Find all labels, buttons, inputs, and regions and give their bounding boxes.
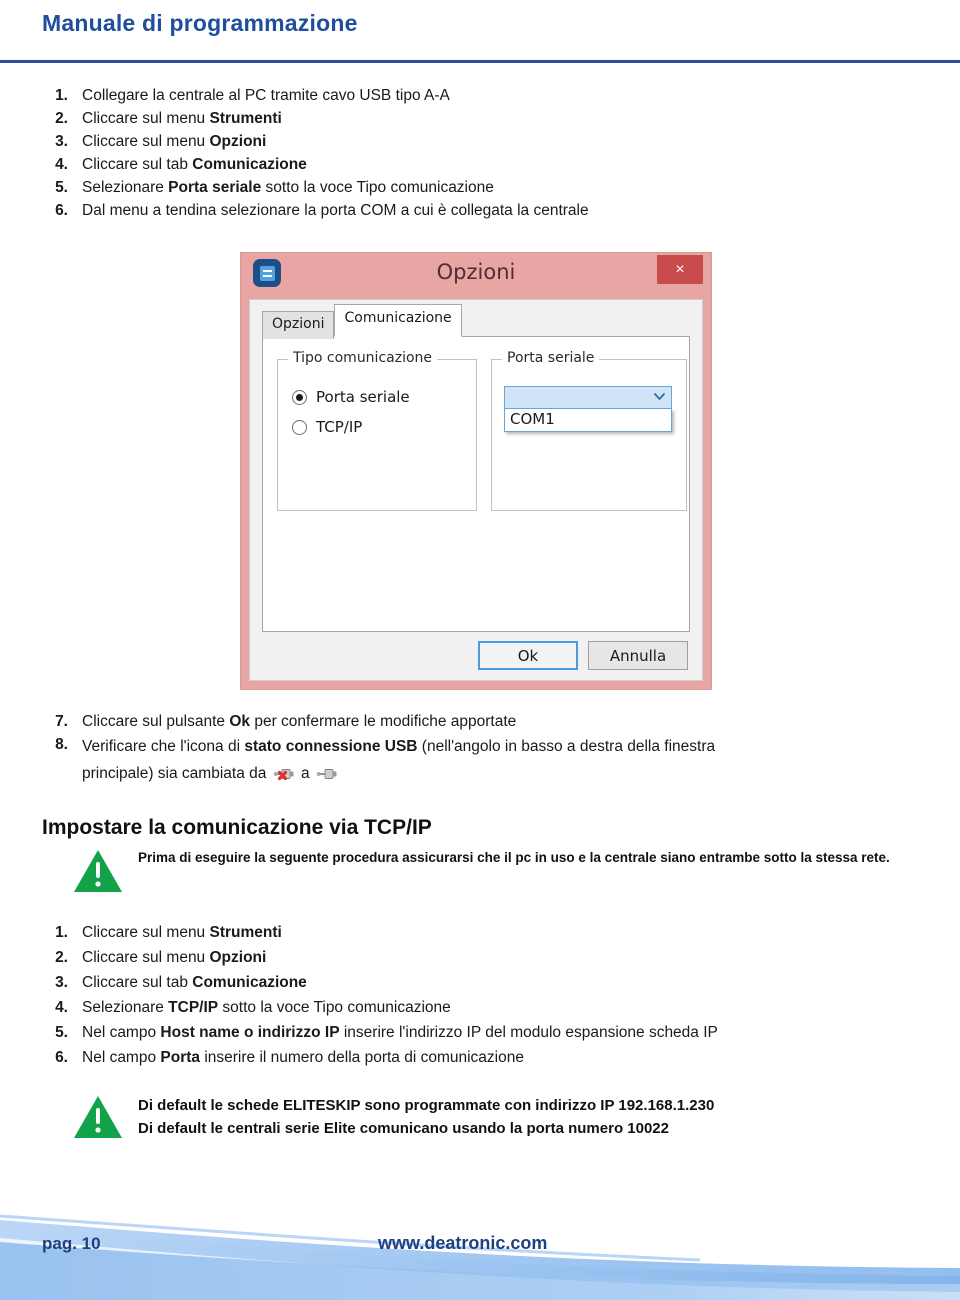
list-item-number: 1.	[55, 924, 68, 941]
list-item-number: 7.	[55, 713, 68, 730]
list-item-text: Dal menu a tendina selezionare la porta …	[82, 202, 589, 219]
list-item: 6. Nel campo Porta inserire il numero de…	[40, 1045, 920, 1070]
list-item-number: 3.	[55, 133, 68, 150]
usb-disconnected-icon	[273, 765, 295, 782]
list-item-text: Cliccare sul pulsante Ok per confermare …	[82, 713, 517, 730]
list-item: 5. Selezionare Porta seriale sotto la vo…	[40, 176, 920, 199]
list-item-text: Cliccare sul menu Opzioni	[82, 949, 267, 966]
list-item-number: 2.	[55, 949, 68, 966]
list-item-text: Nel campo Host name o indirizzo IP inser…	[82, 1024, 718, 1041]
dialog-titlebar: Opzioni ×	[241, 253, 711, 297]
opzioni-dialog-screenshot: Opzioni × Opzioni Comunicazione Tipo com…	[240, 252, 712, 690]
list-item-text: Nel campo Porta inserire il numero della…	[82, 1049, 524, 1066]
list-item-text: Cliccare sul tab Comunicazione	[82, 974, 307, 991]
warning-note-network: Prima di eseguire la seguente procedura …	[72, 848, 902, 894]
radio-tcpip[interactable]: TCP/IP	[292, 418, 362, 436]
page-footer: pag. 10 www.deatronic.com	[0, 1180, 960, 1300]
radio-label: TCP/IP	[316, 418, 363, 436]
list-item: 4. Selezionare TCP/IP sotto la voce Tipo…	[40, 995, 920, 1020]
list-item-number: 5.	[55, 179, 68, 196]
list-item-text: Cliccare sul menu Strumenti	[82, 924, 282, 941]
combobox-dropdown-list[interactable]: COM1	[504, 409, 672, 432]
list-item-number: 6.	[55, 1049, 68, 1066]
defaults-note-line1: Di default le schede ELITESKIP sono prog…	[138, 1097, 715, 1114]
list-item-number: 4.	[55, 156, 68, 173]
radio-indicator-icon	[292, 419, 307, 435]
step8-line2-pre: principale) sia cambiata da	[82, 765, 267, 782]
usb-steps-list: 1. Collegare la centrale al PC tramite c…	[40, 84, 920, 222]
groupbox-tipo-comunicazione: Tipo comunicazione Porta seriale TCP/IP	[277, 350, 477, 511]
list-item-number: 8.	[55, 736, 68, 753]
combobox-field[interactable]	[504, 386, 672, 409]
tcpip-steps-list: 1. Cliccare sul menu Strumenti 2. Clicca…	[40, 920, 920, 1070]
defaults-note-text: Di default le schede ELITESKIP sono prog…	[138, 1094, 714, 1140]
list-item-number: 4.	[55, 999, 68, 1016]
list-item-text: Selezionare TCP/IP sotto la voce Tipo co…	[82, 999, 451, 1016]
list-item-text: Collegare la centrale al PC tramite cavo…	[82, 87, 450, 104]
groupbox-porta-seriale: Porta seriale COM1	[491, 350, 687, 511]
list-item: 4. Cliccare sul tab Comunicazione	[40, 153, 920, 176]
radio-porta-seriale[interactable]: Porta seriale	[292, 388, 410, 406]
page-header: Manuale di programmazione	[0, 0, 960, 66]
list-item: 8. Verificare che l'icona di stato conne…	[40, 733, 920, 787]
page-title: Manuale di programmazione	[42, 10, 358, 36]
list-item-number: 1.	[55, 87, 68, 104]
warning-triangle-icon	[72, 1094, 124, 1140]
dialog-title: Opzioni	[436, 260, 516, 284]
list-item: 6. Dal menu a tendina selezionare la por…	[40, 199, 920, 222]
tabstrip: Opzioni Comunicazione	[262, 304, 462, 339]
usb-connected-icon	[316, 765, 338, 782]
combobox-option-com1[interactable]: COM1	[505, 409, 671, 431]
list-item: 1. Cliccare sul menu Strumenti	[40, 920, 920, 945]
warning-note-defaults: Di default le schede ELITESKIP sono prog…	[72, 1094, 902, 1140]
defaults-note-line2: Di default le centrali serie Elite comun…	[138, 1120, 669, 1137]
list-item: 2. Cliccare sul menu Opzioni	[40, 945, 920, 970]
list-item: 3. Cliccare sul menu Opzioni	[40, 130, 920, 153]
tab-panel-comunicazione: Tipo comunicazione Porta seriale TCP/IP …	[262, 336, 690, 632]
list-item-text: Cliccare sul menu Strumenti	[82, 110, 282, 127]
groupbox-legend: Porta seriale	[502, 350, 600, 366]
groupbox-legend: Tipo comunicazione	[288, 350, 438, 366]
section-heading-tcpip: Impostare la comunicazione via TCP/IP	[42, 816, 432, 839]
list-item: 3. Cliccare sul tab Comunicazione	[40, 970, 920, 995]
chevron-down-icon[interactable]	[654, 393, 665, 400]
list-item-text: Cliccare sul tab Comunicazione	[82, 156, 307, 173]
cancel-button[interactable]: Annulla	[588, 641, 688, 670]
tab-opzioni[interactable]: Opzioni	[262, 311, 335, 339]
porta-seriale-combobox[interactable]: COM1	[504, 386, 672, 432]
usb-steps-continued-list: 7. Cliccare sul pulsante Ok per conferma…	[40, 710, 920, 787]
radio-indicator-icon	[292, 389, 307, 405]
radio-label: Porta seriale	[316, 388, 410, 406]
list-item-number: 5.	[55, 1024, 68, 1041]
list-item-number: 2.	[55, 110, 68, 127]
list-item-number: 6.	[55, 202, 68, 219]
tab-comunicazione[interactable]: Comunicazione	[334, 304, 462, 337]
list-item-text: Verificare che l'icona di stato connessi…	[82, 733, 920, 787]
list-item-text: Cliccare sul menu Opzioni	[82, 133, 267, 150]
list-item-text: Selezionare Porta seriale sotto la voce …	[82, 179, 494, 196]
dialog-button-row: Ok Annulla	[478, 641, 688, 670]
list-item: 5. Nel campo Host name o indirizzo IP in…	[40, 1020, 920, 1045]
ok-button[interactable]: Ok	[478, 641, 578, 670]
list-item: 1. Collegare la centrale al PC tramite c…	[40, 84, 920, 107]
close-icon[interactable]: ×	[657, 255, 703, 284]
step8-line1: Verificare che l'icona di stato connessi…	[82, 738, 716, 755]
step8-line2-mid: a	[301, 765, 310, 782]
footer-page-number: pag. 10	[42, 1234, 101, 1253]
list-item-number: 3.	[55, 974, 68, 991]
warning-note-text: Prima di eseguire la seguente procedura …	[138, 850, 890, 865]
header-divider	[0, 60, 960, 63]
list-item: 7. Cliccare sul pulsante Ok per conferma…	[40, 710, 920, 733]
list-item: 2. Cliccare sul menu Strumenti	[40, 107, 920, 130]
footer-url: www.deatronic.com	[378, 1233, 548, 1253]
warning-triangle-icon	[72, 848, 124, 894]
dialog-body: Opzioni Comunicazione Tipo comunicazione…	[249, 299, 703, 681]
